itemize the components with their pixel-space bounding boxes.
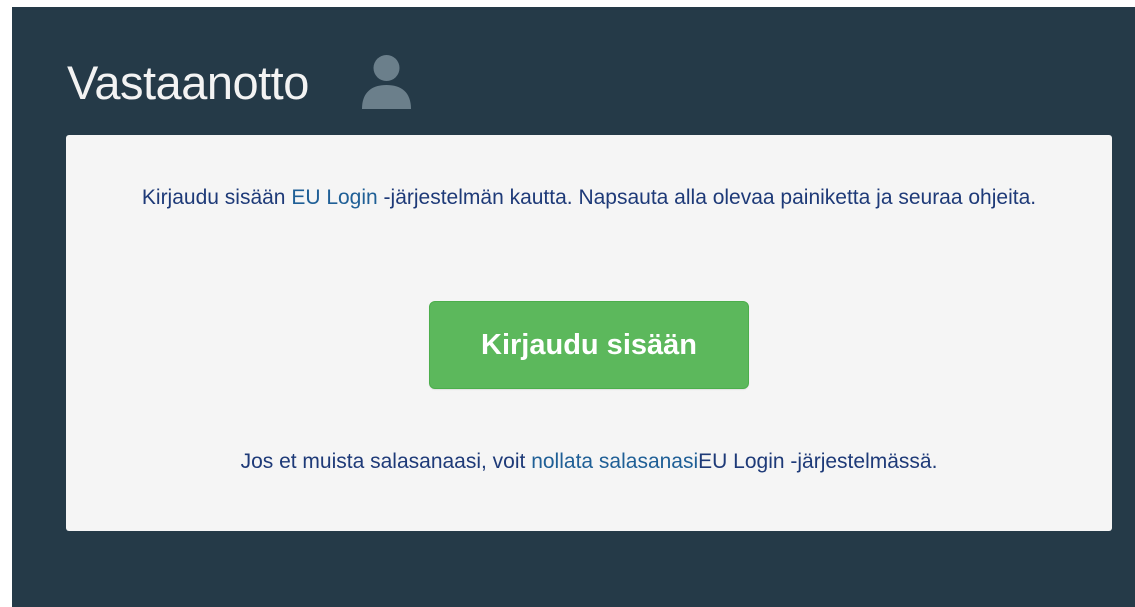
page-title: Vastaanotto [67, 55, 309, 109]
intro-text-end: -järjestelmän kautta. Napsauta alla olev… [377, 186, 1037, 209]
reset-password-link[interactable]: nollata salasanasi [531, 450, 698, 473]
intro-text-start: Kirjaudu sisään [141, 186, 292, 209]
eu-login-link[interactable]: EU Login [291, 186, 377, 209]
header: Vastaanotto [67, 47, 414, 117]
login-instructions: Kirjaudu sisään EU Login -järjestelmän k… [66, 180, 1112, 215]
login-button[interactable]: Kirjaudu sisään [429, 301, 749, 389]
forgot-text-end: EU Login -järjestelmässä. [698, 450, 938, 473]
user-icon [359, 52, 414, 112]
main-panel: Vastaanotto Kirjaudu sisään EU Login -jä… [12, 7, 1135, 607]
login-card: Kirjaudu sisään EU Login -järjestelmän k… [66, 135, 1112, 531]
forgot-password-text: Jos et muista salasanaasi, voit nollata … [66, 447, 1112, 477]
forgot-text-start: Jos et muista salasanaasi, voit [240, 450, 532, 473]
